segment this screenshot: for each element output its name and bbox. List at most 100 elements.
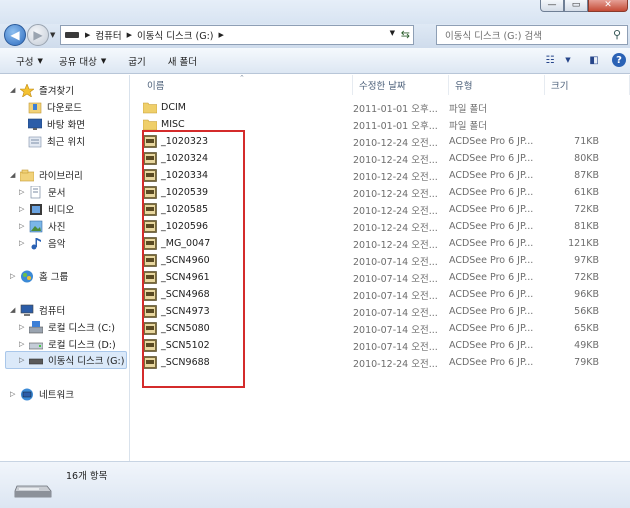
chevron-right-icon[interactable]: ▶ bbox=[83, 31, 92, 39]
refresh-icon[interactable]: ⇆ bbox=[401, 28, 410, 41]
sort-ascending-icon: ⌃ bbox=[239, 74, 245, 82]
file-row[interactable]: _1020323 2010-12-24 오전... ACDSee Pro 6 JP.… bbox=[131, 133, 630, 150]
new-folder-button[interactable]: 새 폴더 bbox=[160, 54, 205, 68]
column-header-name[interactable]: 이름 bbox=[141, 75, 353, 95]
nav-label: 사진 bbox=[48, 222, 66, 233]
file-row[interactable]: _SCN4961 2010-07-14 오전... ACDSee Pro 6 JP.… bbox=[131, 269, 630, 286]
nav-music[interactable]: ▷ 음악 bbox=[19, 235, 65, 251]
search-input[interactable]: 이동식 디스크 (G:) 검색 ⚲ bbox=[436, 25, 628, 45]
folder-row[interactable]: DCIM 2011-01-01 오후... 파일 폴더 bbox=[131, 99, 630, 116]
nav-documents[interactable]: ▷ 문서 bbox=[19, 184, 65, 200]
file-row[interactable]: _MG_0047 2010-12-24 오전... ACDSee Pro 6 JP.… bbox=[131, 235, 630, 252]
nav-computer[interactable]: ◢ 컴퓨터 bbox=[10, 302, 65, 318]
change-view-icon[interactable]: ☷ bbox=[542, 52, 558, 68]
file-row[interactable]: _SCN5080 2010-07-14 오전... ACDSee Pro 6 JP.… bbox=[131, 320, 630, 337]
share-with-button[interactable]: 공유 대상 ▼ bbox=[51, 54, 114, 68]
nav-downloads[interactable]: 다운로드 bbox=[28, 99, 82, 115]
breadcrumb-removable-disk[interactable]: 이동식 디스크 (G:) bbox=[134, 26, 216, 44]
forward-button[interactable]: ▶ bbox=[27, 24, 49, 46]
file-name: _SCN9688 bbox=[161, 357, 210, 368]
expand-arrow-icon[interactable]: ▷ bbox=[19, 188, 29, 196]
close-button[interactable]: ✕ bbox=[588, 0, 628, 12]
file-size-cell bbox=[545, 116, 599, 133]
file-row[interactable]: _1020324 2010-12-24 오전... ACDSee Pro 6 JP.… bbox=[131, 150, 630, 167]
recent-pages-dropdown[interactable]: ▼ bbox=[50, 31, 55, 39]
nav-label: 즐겨찾기 bbox=[39, 86, 74, 97]
chevron-right-icon[interactable]: ▶ bbox=[125, 31, 134, 39]
file-row[interactable]: _SCN4960 2010-07-14 오전... ACDSee Pro 6 JP.… bbox=[131, 252, 630, 269]
expand-arrow-icon[interactable]: ▷ bbox=[19, 222, 29, 230]
date-modified-cell: 2010-07-14 오전... bbox=[353, 324, 438, 336]
nav-recent-places[interactable]: 최근 위치 bbox=[28, 133, 85, 149]
organize-label: 구성 bbox=[16, 56, 34, 68]
date-modified-cell: 2010-12-24 오전... bbox=[353, 358, 438, 370]
file-size-cell: 87KB bbox=[574, 170, 599, 181]
chevron-right-icon[interactable]: ▶ bbox=[216, 31, 225, 39]
address-bar[interactable]: ▶ 컴퓨터 ▶ 이동식 디스크 (G:) ▶ ▼ ⇆ bbox=[60, 25, 414, 45]
expand-arrow-icon[interactable]: ▷ bbox=[19, 205, 29, 213]
file-name: _1020334 bbox=[161, 170, 209, 181]
file-row[interactable]: _1020539 2010-12-24 오전... ACDSee Pro 6 JP.… bbox=[131, 184, 630, 201]
expand-arrow-icon[interactable]: ▷ bbox=[10, 390, 20, 398]
expand-arrow-icon[interactable]: ▷ bbox=[19, 340, 29, 348]
column-label: 크기 bbox=[551, 81, 569, 92]
maximize-button[interactable]: ▭ bbox=[564, 0, 588, 12]
column-header-type[interactable]: 유형 bbox=[449, 75, 545, 95]
file-row[interactable]: _SCN4968 2010-07-14 오전... ACDSee Pro 6 JP.… bbox=[131, 286, 630, 303]
file-row[interactable]: _SCN4973 2010-07-14 오전... ACDSee Pro 6 JP.… bbox=[131, 303, 630, 320]
nav-network[interactable]: ▷ 네트워크 bbox=[10, 386, 74, 402]
name-cell: _1020596 bbox=[143, 218, 343, 235]
nav-local-disk-c[interactable]: ▷ 로컬 디스크 (C:) bbox=[19, 319, 115, 335]
address-row: ◀ ▶ ▼ ▶ 컴퓨터 ▶ 이동식 디스크 (G:) ▶ ▼ ⇆ 이동식 디스크… bbox=[0, 24, 630, 48]
nav-videos[interactable]: ▷ 비디오 bbox=[19, 201, 74, 217]
computer-icon bbox=[20, 304, 34, 316]
expand-arrow-icon[interactable]: ▷ bbox=[19, 356, 29, 364]
search-icon[interactable]: ⚲ bbox=[613, 28, 621, 41]
nav-homegroup[interactable]: ▷ 홈 그룹 bbox=[10, 268, 68, 284]
nav-desktop[interactable]: 바탕 화면 bbox=[28, 116, 85, 132]
burn-button[interactable]: 굽기 bbox=[120, 54, 153, 68]
nav-label: 문서 bbox=[48, 188, 66, 199]
help-icon[interactable]: ? bbox=[612, 53, 626, 67]
file-name: _SCN4973 bbox=[161, 306, 210, 317]
file-type-cell: 파일 폴더 bbox=[449, 120, 487, 132]
file-row[interactable]: _1020585 2010-12-24 오전... ACDSee Pro 6 JP.… bbox=[131, 201, 630, 218]
nav-pictures[interactable]: ▷ 사진 bbox=[19, 218, 65, 234]
file-row[interactable]: _1020334 2010-12-24 오전... ACDSee Pro 6 JP.… bbox=[131, 167, 630, 184]
network-icon bbox=[21, 388, 33, 400]
nav-removable-disk-g[interactable]: ▷ 이동식 디스크 (G:) bbox=[5, 351, 127, 369]
column-header-date[interactable]: 수정한 날짜 bbox=[353, 75, 449, 95]
file-type-cell: ACDSee Pro 6 JP... bbox=[449, 204, 534, 215]
expand-arrow-icon[interactable]: ◢ bbox=[10, 306, 20, 314]
address-dropdown-icon[interactable]: ▼ bbox=[390, 29, 395, 37]
column-header-size[interactable]: 크기 bbox=[545, 75, 630, 95]
expand-arrow-icon[interactable]: ◢ bbox=[10, 86, 20, 94]
organize-button[interactable]: 구성 ▼ bbox=[8, 54, 51, 68]
nav-label: 컴퓨터 bbox=[39, 306, 66, 317]
chevron-down-icon[interactable]: ▼ bbox=[560, 52, 576, 68]
breadcrumb-computer[interactable]: 컴퓨터 bbox=[92, 26, 124, 44]
date-modified-cell: 2010-12-24 오전... bbox=[353, 222, 438, 234]
nav-label: 다운로드 bbox=[47, 103, 82, 114]
file-row[interactable]: _1020596 2010-12-24 오전... ACDSee Pro 6 JP.… bbox=[131, 218, 630, 235]
back-button[interactable]: ◀ bbox=[4, 24, 26, 46]
preview-pane-icon[interactable]: ◧ bbox=[586, 52, 602, 68]
nav-local-disk-d[interactable]: ▷ 로컬 디스크 (D:) bbox=[19, 336, 116, 352]
nav-favorites[interactable]: ◢ 즐겨찾기 bbox=[10, 82, 74, 98]
jpg-file-icon bbox=[143, 271, 157, 284]
expand-arrow-icon[interactable]: ▷ bbox=[19, 323, 29, 331]
folder-icon bbox=[143, 102, 157, 114]
file-name: _SCN4961 bbox=[161, 272, 210, 283]
expand-arrow-icon[interactable]: ▷ bbox=[10, 272, 20, 280]
file-name: _1020324 bbox=[161, 153, 209, 164]
minimize-button[interactable]: — bbox=[540, 0, 564, 12]
file-type-cell: ACDSee Pro 6 JP... bbox=[449, 272, 534, 283]
date-modified-cell: 2010-12-24 오전... bbox=[353, 188, 438, 200]
file-name: MISC bbox=[161, 119, 185, 130]
expand-arrow-icon[interactable]: ◢ bbox=[10, 171, 20, 179]
folder-row[interactable]: MISC 2011-01-01 오후... 파일 폴더 bbox=[131, 116, 630, 133]
file-row[interactable]: _SCN5102 2010-07-14 오전... ACDSee Pro 6 JP.… bbox=[131, 337, 630, 354]
file-row[interactable]: _SCN9688 2010-12-24 오전... ACDSee Pro 6 JP.… bbox=[131, 354, 630, 371]
expand-arrow-icon[interactable]: ▷ bbox=[19, 239, 29, 247]
nav-libraries[interactable]: ◢ 라이브러리 bbox=[10, 167, 83, 183]
